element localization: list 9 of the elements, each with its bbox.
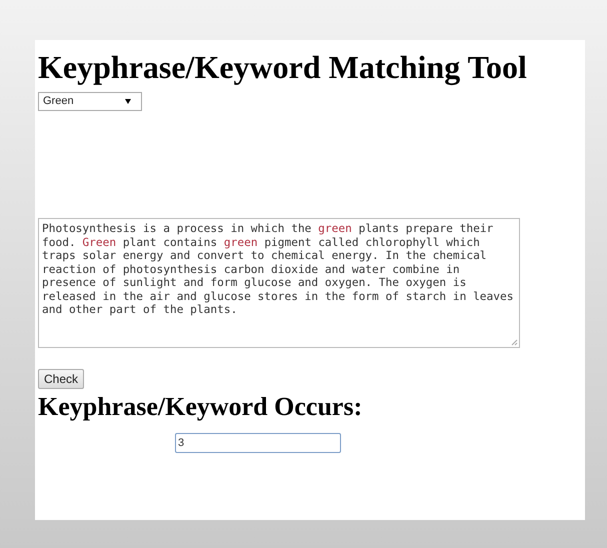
- text-area[interactable]: [38, 218, 520, 348]
- check-button[interactable]: Check: [38, 369, 84, 389]
- dropdown-arrow-icon: [125, 99, 131, 104]
- resize-grip-icon[interactable]: [511, 339, 518, 346]
- result-heading: Keyphrase/Keyword Occurs:: [38, 391, 362, 423]
- keyword-dropdown[interactable]: Green: [38, 92, 142, 111]
- page-title: Keyphrase/Keyword Matching Tool: [38, 48, 527, 86]
- result-field[interactable]: 3: [175, 433, 341, 453]
- paragraph-text: Photosynthesis is a process in which the green plants prepare their food. Green plant contains green pigment called chlorophyll which traps solar energy and convert to chemical energy. In the chemical reaction of photosynthesis carbon dioxide and water combine in presence of sunlight and form glucose and oxygen. The oxygen is released in the air and glucose stores in the form of starch in leaves and other part of the plants.: [42, 222, 514, 316]
